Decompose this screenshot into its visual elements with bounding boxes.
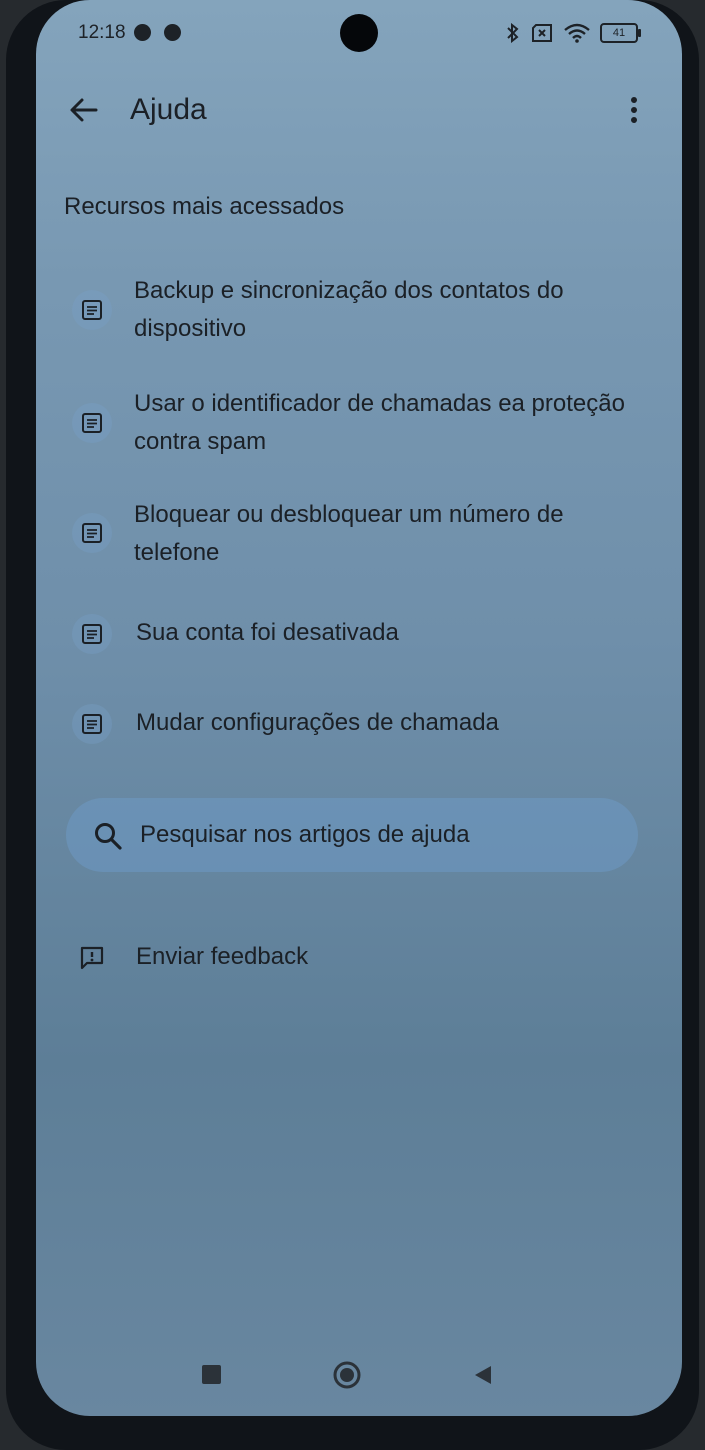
page-title: Ajuda: [130, 93, 207, 126]
front-camera: [340, 14, 378, 52]
status-icons: 41: [506, 22, 641, 44]
wifi-icon: [564, 23, 590, 43]
system-nav-bar: [36, 1350, 682, 1400]
back-button[interactable]: [64, 90, 104, 130]
search-icon: [95, 823, 122, 850]
more-options-button[interactable]: [616, 92, 652, 132]
home-button[interactable]: [332, 1360, 362, 1390]
status-time: 12:18: [78, 22, 126, 43]
phone-screen: 12:18 41 Ajuda Recursos mais acessados B…: [36, 0, 682, 1416]
article-icon: [72, 614, 112, 654]
article-icon: [72, 290, 112, 330]
section-title: Recursos mais acessados: [64, 193, 345, 220]
more-vert-icon: [631, 97, 637, 123]
bluetooth-icon: [507, 23, 519, 43]
arrow-back-icon: [70, 98, 98, 122]
verified-icon: [164, 24, 181, 41]
article-icon: [72, 513, 112, 553]
app-bar: Ajuda: [36, 80, 682, 140]
article-label: Backup e sincronização dos contatos do d…: [134, 277, 564, 342]
data-saver-icon: [134, 24, 151, 41]
feedback-icon: [72, 938, 112, 978]
article-label: Sua conta foi desativada: [136, 619, 399, 646]
battery-indicator: 41: [600, 23, 641, 43]
send-feedback-button[interactable]: Enviar feedback: [136, 938, 308, 976]
no-sim-icon: [532, 24, 552, 42]
recents-button[interactable]: [202, 1365, 221, 1384]
article-label: Usar o identificador de chamadas ea prot…: [134, 390, 625, 455]
nav-back-button[interactable]: [472, 1364, 494, 1386]
status-bar: 12:18 41: [36, 0, 682, 68]
article-icon: [72, 704, 112, 744]
article-label: Bloquear ou desbloquear um número de tel…: [134, 501, 564, 566]
article-icon: [72, 403, 112, 443]
article-label: Mudar configurações de chamada: [136, 709, 499, 736]
search-placeholder: Pesquisar nos artigos de ajuda: [140, 821, 470, 848]
search-help-articles[interactable]: Pesquisar nos artigos de ajuda: [66, 798, 638, 872]
